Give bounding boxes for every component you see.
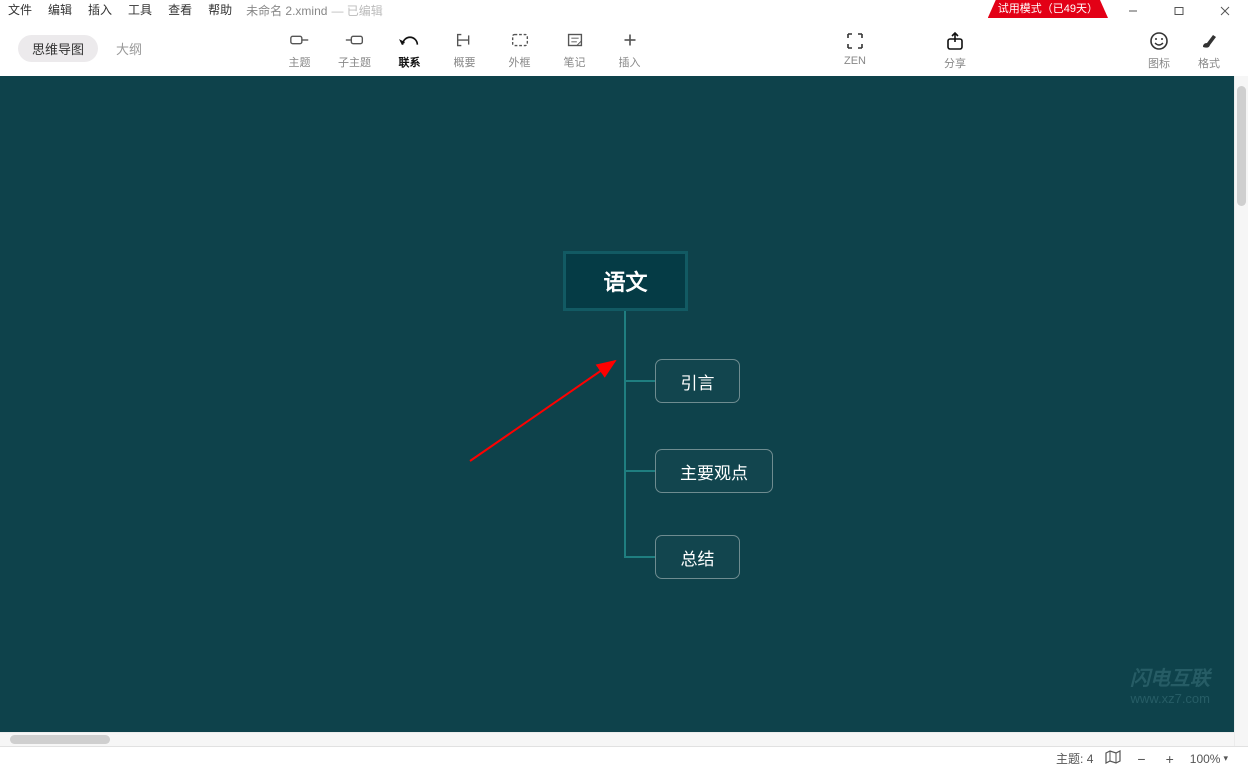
- tool-zen[interactable]: ZEN: [830, 29, 880, 71]
- tool-note-label: 笔记: [564, 54, 586, 70]
- window-maximize-button[interactable]: [1156, 0, 1202, 21]
- boundary-icon: [509, 31, 531, 49]
- tool-insert-label: 插入: [619, 54, 641, 70]
- menu-insert[interactable]: 插入: [80, 0, 120, 21]
- tool-summary-label: 概要: [454, 54, 476, 70]
- subtopic-icon: [344, 31, 366, 49]
- title-bar: 文件 编辑 插入 工具 查看 帮助 未命名 2.xmind — 已编辑 试用模式…: [0, 0, 1248, 21]
- tool-boundary-label: 外框: [509, 54, 531, 70]
- mindmap-child-node[interactable]: 总结: [655, 535, 740, 579]
- window-minimize-button[interactable]: [1110, 0, 1156, 21]
- topic-count-value: 4: [1087, 752, 1094, 766]
- menu-tools[interactable]: 工具: [120, 0, 160, 21]
- mindmap-root-node[interactable]: 语文: [563, 251, 688, 311]
- minimap-icon: [1105, 750, 1121, 764]
- relationship-icon: [399, 31, 421, 49]
- zen-icon: [845, 31, 865, 51]
- tool-subtopic-label: 子主题: [338, 54, 371, 70]
- menu-help[interactable]: 帮助: [200, 0, 240, 21]
- watermark-line1: 闪电互联: [1130, 662, 1210, 691]
- share-icon: [945, 31, 965, 51]
- zoom-in-button[interactable]: +: [1162, 751, 1178, 767]
- tool-share-label: 分享: [944, 55, 966, 71]
- mindmap-child-node[interactable]: 引言: [655, 359, 740, 403]
- minimap-button[interactable]: [1105, 750, 1121, 767]
- mindmap-child-node[interactable]: 主要观点: [655, 449, 773, 493]
- watermark: 闪电互联 www.xz7.com: [1130, 662, 1210, 706]
- status-right: 主题: 4 − + 100% ▾: [1056, 750, 1228, 767]
- tool-insert[interactable]: 插入: [602, 28, 657, 70]
- close-icon: [1220, 6, 1230, 16]
- menu-bar: 文件 编辑 插入 工具 查看 帮助: [0, 0, 240, 21]
- menu-edit[interactable]: 编辑: [40, 0, 80, 21]
- topic-count: 主题: 4: [1056, 750, 1093, 767]
- tool-note[interactable]: 笔记: [547, 28, 602, 70]
- note-icon: [564, 31, 586, 49]
- tool-topic[interactable]: 主题: [272, 28, 327, 70]
- tool-relationship[interactable]: 联系: [382, 28, 437, 70]
- canvas-area: 语文 引言 主要观点 总结 闪电互联 www.xz7.com: [0, 76, 1248, 746]
- horizontal-scrollbar-thumb[interactable]: [10, 735, 110, 744]
- window-controls: [1110, 0, 1248, 21]
- mindmap-canvas[interactable]: 语文 引言 主要观点 总结 闪电互联 www.xz7.com: [0, 76, 1234, 732]
- tool-subtopic[interactable]: 子主题: [327, 28, 382, 70]
- tool-boundary[interactable]: 外框: [492, 28, 547, 70]
- topic-count-label: 主题:: [1056, 752, 1083, 766]
- tool-icons[interactable]: 图标: [1134, 29, 1184, 71]
- tool-summary[interactable]: 概要: [437, 28, 492, 70]
- summary-icon: [454, 31, 476, 49]
- brush-icon: [1199, 31, 1219, 51]
- tool-icons-label: 图标: [1148, 55, 1170, 71]
- toolbar: 思维导图 大纲 主题 子主题 联系 概要 外框 笔记 插入: [0, 21, 1248, 76]
- annotation-arrow: [460, 356, 640, 476]
- tool-relationship-label: 联系: [399, 54, 421, 70]
- minimize-icon: [1128, 6, 1138, 16]
- horizontal-scrollbar[interactable]: [0, 732, 1234, 746]
- tool-format-label: 格式: [1198, 55, 1220, 71]
- menu-file[interactable]: 文件: [0, 0, 40, 21]
- tool-zen-label: ZEN: [844, 55, 866, 67]
- topic-icon: [289, 31, 311, 49]
- window-close-button[interactable]: [1202, 0, 1248, 21]
- zoom-value: 100%: [1190, 752, 1221, 766]
- maximize-icon: [1174, 6, 1184, 16]
- zoom-out-button[interactable]: −: [1133, 751, 1149, 767]
- tool-topic-label: 主题: [289, 54, 311, 70]
- watermark-line2: www.xz7.com: [1130, 691, 1210, 706]
- view-mindmap-toggle[interactable]: 思维导图: [18, 35, 98, 62]
- smile-icon: [1149, 31, 1169, 51]
- zoom-dropdown[interactable]: 100% ▾: [1190, 752, 1228, 766]
- plus-icon: [619, 31, 641, 49]
- tool-format[interactable]: 格式: [1184, 29, 1234, 71]
- connector-lines: [0, 76, 1234, 732]
- vertical-scrollbar-thumb[interactable]: [1237, 86, 1246, 206]
- document-status: — 已编辑: [331, 2, 382, 19]
- trial-mode-banner[interactable]: 试用模式（已49天）: [988, 0, 1108, 18]
- menu-view[interactable]: 查看: [160, 0, 200, 21]
- vertical-scrollbar[interactable]: [1234, 76, 1248, 746]
- chevron-down-icon: ▾: [1223, 753, 1228, 764]
- document-title: 未命名 2.xmind: [246, 2, 327, 19]
- view-outline-toggle[interactable]: 大纲: [116, 39, 142, 58]
- tool-share[interactable]: 分享: [930, 29, 980, 71]
- status-bar: 主题: 4 − + 100% ▾: [0, 746, 1248, 770]
